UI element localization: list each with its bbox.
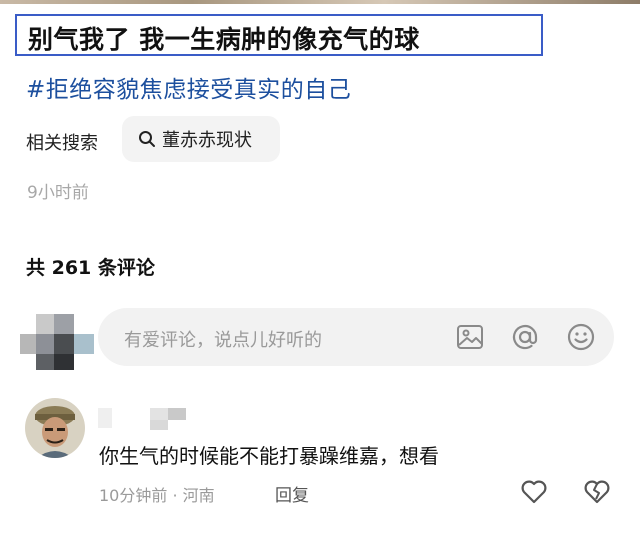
current-user-avatar <box>20 314 94 370</box>
like-heart-icon[interactable] <box>519 476 549 506</box>
emoji-icon[interactable] <box>566 322 596 352</box>
top-image-strip <box>0 0 640 4</box>
comment-input[interactable]: 有爱评论，说点儿好听的 <box>98 308 614 366</box>
comment-count: 共 261 条评论 <box>26 257 155 279</box>
comment-input-placeholder: 有爱评论，说点儿好听的 <box>124 330 322 351</box>
post-title: 别气我了 我一生病肿的像充气的球 <box>28 25 420 54</box>
commenter-name-blurred <box>98 408 186 430</box>
related-search-chip[interactable]: 董赤赤现状 <box>122 116 280 162</box>
hashtag-link[interactable]: #拒绝容貌焦虑接受真实的自己 <box>26 70 351 104</box>
dislike-broken-heart-icon[interactable] <box>582 476 612 506</box>
comment-text: 你生气的时候能不能打暴躁维嘉，想看 <box>99 444 439 468</box>
related-search-chip-text: 董赤赤现状 <box>162 130 252 151</box>
image-icon[interactable] <box>455 322 485 352</box>
at-icon[interactable] <box>510 322 540 352</box>
commenter-avatar[interactable] <box>25 398 85 458</box>
search-icon <box>139 131 155 147</box>
reply-button[interactable]: 回复 <box>275 481 309 506</box>
related-search-label: 相关搜索 <box>26 133 98 154</box>
post-timestamp: 9小时前 <box>27 183 89 203</box>
comment-meta: 10分钟前 · 河南 <box>99 486 215 505</box>
